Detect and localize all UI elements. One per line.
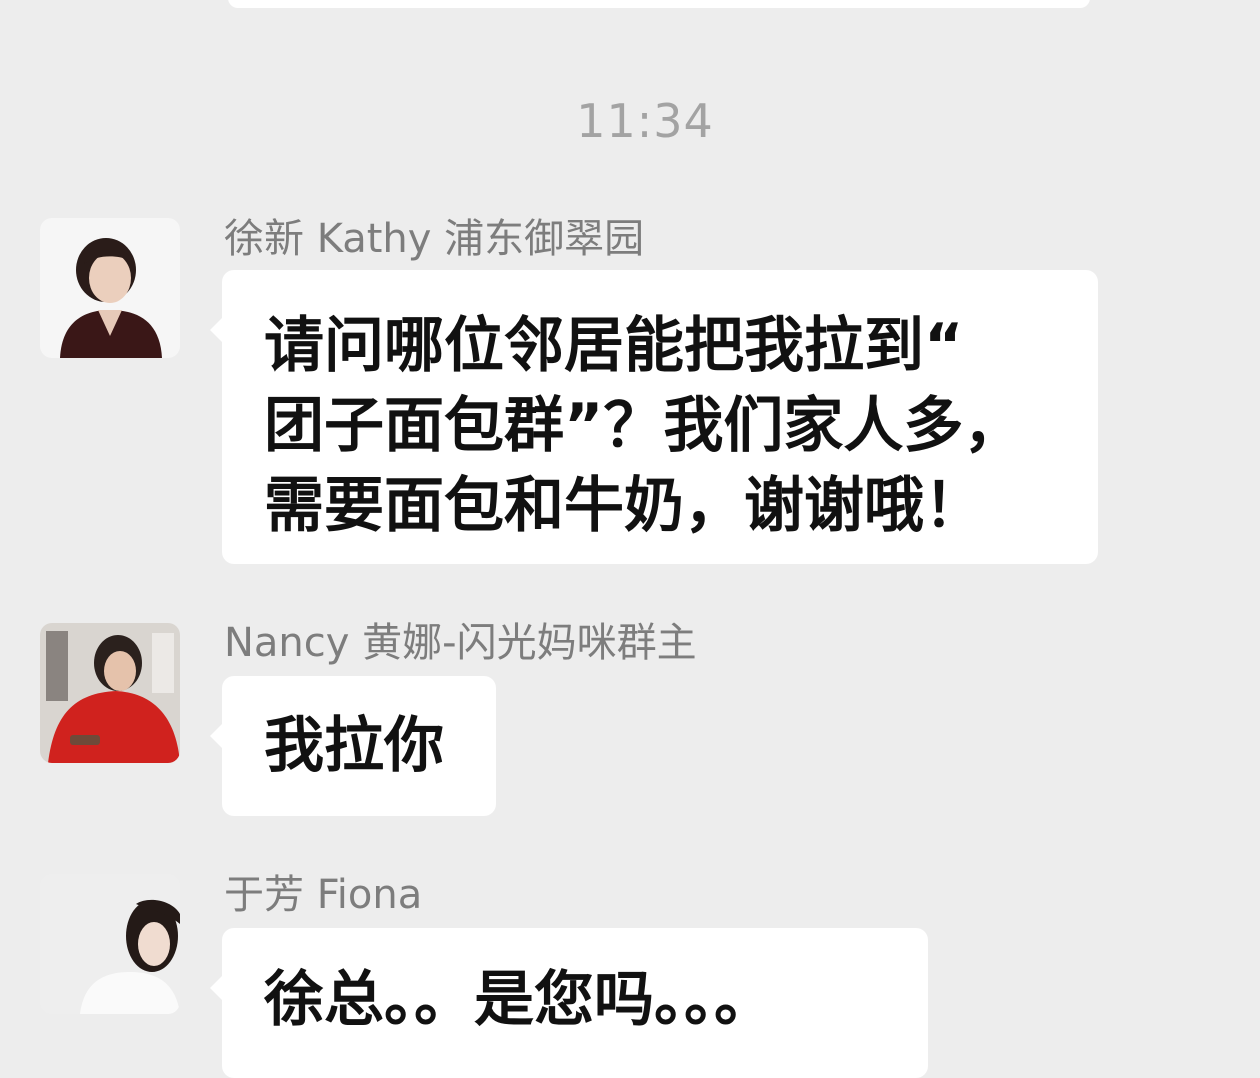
sender-name: 徐新 Kathy 浦东御翠园 (224, 216, 645, 262)
avatar-nancy-photo (40, 623, 180, 763)
sender-name: 于芳 Fiona (224, 872, 423, 918)
previous-message-bubble (228, 0, 1090, 8)
avatar-kathy[interactable] (40, 218, 180, 358)
message-bubble[interactable]: 请问哪位邻居能把我拉到“ 团子面包群”？我们家人多， 需要面包和牛奶，谢谢哦！ (210, 270, 1098, 564)
message-text: 请问哪位邻居能把我拉到“ 团子面包群”？我们家人多， 需要面包和牛奶，谢谢哦！ (264, 311, 1024, 541)
message-timestamp: 11:34 (576, 94, 714, 148)
message-text: 徐总。。是您吗。。。 (264, 965, 774, 1035)
message-bubble[interactable]: 徐总。。是您吗。。。 (210, 928, 928, 1078)
message-text: 我拉你 (264, 711, 444, 781)
avatar-fiona-photo (40, 874, 180, 1014)
message-bubble[interactable]: 我拉你 (210, 676, 496, 816)
avatar-fiona[interactable] (40, 874, 180, 1014)
sender-name: Nancy 黄娜-闪光妈咪群主 (224, 620, 697, 666)
avatar-nancy[interactable] (40, 623, 180, 763)
avatar-kathy-photo (40, 218, 180, 358)
